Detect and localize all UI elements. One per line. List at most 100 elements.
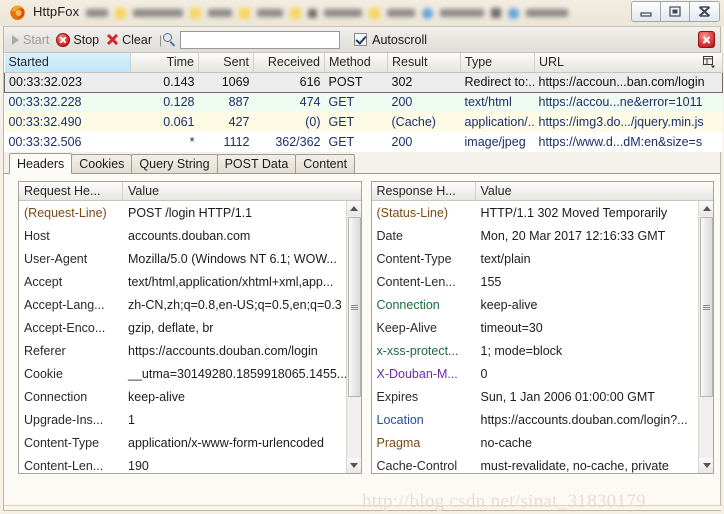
request-list-header-row: Started Time Sent Received Method Result… xyxy=(4,53,723,73)
scroll-down-button[interactable] xyxy=(699,458,714,473)
response-headers-key-column[interactable]: Response H... xyxy=(372,182,476,201)
tab-post-data[interactable]: POST Data xyxy=(216,154,297,173)
cell-started: 00:33:32.506 xyxy=(4,132,131,152)
close-button[interactable] xyxy=(690,2,719,21)
header-key: Connection xyxy=(24,389,88,404)
header-key: Cookie xyxy=(24,366,63,381)
autoscroll-checkbox[interactable] xyxy=(354,33,368,46)
cell-url: https://accoun...ban.com/login xyxy=(534,71,723,93)
list-item[interactable]: Pragma no-cache xyxy=(372,431,714,454)
table-row[interactable]: 00:33:32.506 * 1112 362/362 GET 200 imag… xyxy=(4,132,723,152)
maximize-button[interactable] xyxy=(661,2,690,21)
clear-button[interactable]: Clear xyxy=(104,30,157,50)
list-item[interactable]: (Request-Line) POST /login HTTP/1.1 xyxy=(19,201,361,224)
table-row[interactable]: 00:33:32.023 0.143 1069 616 POST 302 Red… xyxy=(4,71,723,93)
tab-cookies[interactable]: Cookies xyxy=(71,154,133,173)
scrollbar-thumb[interactable] xyxy=(347,217,361,397)
header-value: accounts.douban.com xyxy=(128,228,251,243)
column-header-url[interactable]: URL xyxy=(534,53,723,73)
list-item[interactable]: Content-Len... 155 xyxy=(372,270,714,293)
scroll-down-button[interactable] xyxy=(346,458,361,473)
grip-icon xyxy=(350,304,358,310)
response-headers-value-column[interactable]: Value xyxy=(476,182,714,201)
cell-sent: 427 xyxy=(198,112,254,132)
column-header-received[interactable]: Received xyxy=(253,53,325,73)
list-item[interactable]: Accept-Enco... gzip, deflate, br xyxy=(19,316,361,339)
list-item[interactable]: Cookie __utma=30149280.1859918065.1455... xyxy=(19,362,361,385)
cell-sent: 887 xyxy=(198,92,254,112)
list-item[interactable]: Accept-Lang... zh-CN,zh;q=0.8,en-US;q=0.5… xyxy=(19,293,361,316)
list-item[interactable]: X-Douban-M... 0 xyxy=(372,362,714,385)
tab-content[interactable]: Content xyxy=(295,154,356,173)
cell-time: 0.061 xyxy=(130,112,199,132)
list-item[interactable]: Host accounts.douban.com xyxy=(19,224,361,247)
header-key: x-xss-protect... xyxy=(376,343,459,358)
request-headers-value-column[interactable]: Value xyxy=(123,182,361,201)
header-key: Date xyxy=(376,228,403,243)
cell-result: 200 xyxy=(387,92,461,112)
request-headers-key-column[interactable]: Request He... xyxy=(19,182,123,201)
column-header-method[interactable]: Method xyxy=(324,53,388,73)
list-item[interactable]: Connection keep-alive xyxy=(19,385,361,408)
response-headers-scrollbar[interactable] xyxy=(698,201,714,473)
list-item[interactable]: Expires Sun, 1 Jan 2006 01:00:00 GMT xyxy=(372,385,714,408)
list-item[interactable]: Content-Type text/plain xyxy=(372,247,714,270)
list-item[interactable]: Cache-Control must-revalidate, no-cache, … xyxy=(372,454,714,473)
header-key: (Status-Line) xyxy=(376,205,449,220)
filter-input[interactable] xyxy=(180,30,341,49)
panel-close-button[interactable] xyxy=(698,31,715,48)
tab-query-string[interactable]: Query String xyxy=(131,154,218,173)
list-item[interactable]: x-xss-protect... 1; mode=block xyxy=(372,339,714,362)
scroll-up-button[interactable] xyxy=(699,201,714,216)
list-item[interactable]: Content-Type application/x-www-form-urlen… xyxy=(19,431,361,454)
list-item[interactable]: User-Agent Mozilla/5.0 (Windows NT 6.1; W… xyxy=(19,247,361,270)
header-value: Sun, 1 Jan 2006 01:00:00 GMT xyxy=(480,389,655,404)
stop-icon xyxy=(56,32,71,47)
header-key: Pragma xyxy=(376,435,421,450)
chevron-down-icon xyxy=(702,463,711,468)
list-item[interactable]: Referer https://accounts.douban.com/login xyxy=(19,339,361,362)
detail-tabs: Headers Cookies Query String POST Data C… xyxy=(4,152,720,174)
column-header-time[interactable]: Time xyxy=(130,53,199,73)
header-key: Expires xyxy=(376,389,419,404)
stop-button-label: Stop xyxy=(73,32,100,47)
column-header-sent[interactable]: Sent xyxy=(198,53,254,73)
search-icon xyxy=(163,32,177,47)
list-item[interactable]: Date Mon, 20 Mar 2017 12:16:33 GMT xyxy=(372,224,714,247)
list-item[interactable]: Content-Len... 190 xyxy=(19,454,361,473)
cell-type: image/jpeg xyxy=(460,132,535,152)
list-item[interactable]: Location https://accounts.douban.com/logi… xyxy=(372,408,714,431)
header-value: https://accounts.douban.com/login xyxy=(128,343,318,358)
column-header-result[interactable]: Result xyxy=(387,53,461,73)
list-item[interactable]: Accept text/html,application/xhtml+xml,ap… xyxy=(19,270,361,293)
minimize-button[interactable] xyxy=(632,2,661,21)
client-area: Start Stop Clear | Autoscroll Started Ti… xyxy=(3,26,723,511)
scroll-up-button[interactable] xyxy=(346,201,361,216)
header-key: Referer xyxy=(24,343,66,358)
column-header-started[interactable]: Started xyxy=(4,53,131,73)
header-value: text/html,application/xhtml+xml,app... xyxy=(128,274,334,289)
header-value: POST /login HTTP/1.1 xyxy=(128,205,253,220)
list-item[interactable]: Upgrade-Ins... 1 xyxy=(19,408,361,431)
autoscroll-toggle[interactable]: Autoscroll xyxy=(354,33,427,47)
cell-received: 616 xyxy=(253,71,325,93)
stop-button[interactable]: Stop xyxy=(54,30,104,50)
column-header-type[interactable]: Type xyxy=(460,53,535,73)
cell-url: https://img3.do.../jquery.min.js xyxy=(534,112,723,132)
list-item[interactable]: Keep-Alive timeout=30 xyxy=(372,316,714,339)
header-value: application/x-www-form-urlencoded xyxy=(128,435,324,450)
scrollbar-thumb[interactable] xyxy=(700,217,713,397)
table-row[interactable]: 00:33:32.228 0.128 887 474 GET 200 text/… xyxy=(4,92,723,112)
column-chooser-icon[interactable] xyxy=(703,56,716,69)
list-item[interactable]: Connection keep-alive xyxy=(372,293,714,316)
header-value: 155 xyxy=(480,274,502,289)
request-headers-scrollbar[interactable] xyxy=(345,201,361,473)
tab-headers[interactable]: Headers xyxy=(9,153,73,174)
header-value: zh-CN,zh;q=0.8,en-US;q=0.5,en;q=0.3 xyxy=(128,297,342,312)
header-key: X-Douban-M... xyxy=(376,366,458,381)
header-key: Connection xyxy=(376,297,440,312)
header-value: 190 xyxy=(128,458,149,473)
start-button[interactable]: Start xyxy=(10,30,54,50)
list-item[interactable]: (Status-Line) HTTP/1.1 302 Moved Temporar… xyxy=(372,201,714,224)
table-row[interactable]: 00:33:32.490 0.061 427 (0) GET (Cache) a… xyxy=(4,112,723,132)
